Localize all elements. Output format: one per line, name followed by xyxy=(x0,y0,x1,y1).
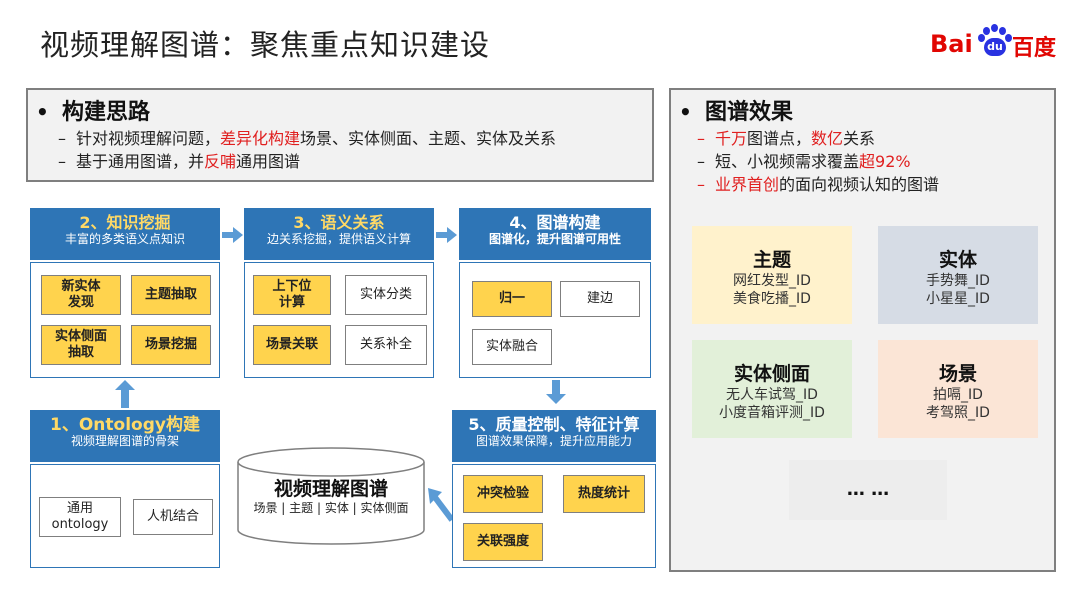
chip-normalize: 归一 xyxy=(472,281,552,317)
step-5-subtitle: 图谱效果保障，提升应用能力 xyxy=(475,434,632,448)
tile-more-text: … … xyxy=(846,479,890,500)
paw-pad: du xyxy=(984,38,1006,56)
cylinder-subtitle: 场景 | 主题 | 实体 | 实体侧面 xyxy=(253,501,409,515)
paw-icon: du xyxy=(978,24,1012,58)
tile-theme-item: 美食吃播_ID xyxy=(733,291,811,307)
chip-entity-fusion: 实体融合 xyxy=(472,329,552,365)
tile-entity-item: 小星星_ID xyxy=(926,291,990,307)
chip-scene-link: 场景关联 xyxy=(253,325,331,365)
step-3-title: 3、语义关系 xyxy=(293,213,385,232)
arrow-3-4-head xyxy=(447,227,457,243)
chip-hypernym: 上下位 计算 xyxy=(253,275,331,315)
tile-entity: 实体 手势舞_ID 小星星_ID xyxy=(878,226,1038,324)
chip-relation-complete: 关系补全 xyxy=(345,325,427,365)
knowledge-graph-cylinder: 视频理解图谱 场景 | 主题 | 实体 | 实体侧面 xyxy=(236,446,426,546)
tile-scene: 场景 拍嗝_ID 考驾照_ID xyxy=(878,340,1038,438)
tile-entity-item: 手势舞_ID xyxy=(926,273,990,289)
step-1-title: 1、Ontology构建 xyxy=(50,415,200,435)
chip-general-ontology: 通用 ontology xyxy=(39,497,121,537)
tile-entity-aspect-item: 无人车试驾_ID xyxy=(726,387,818,403)
chip-link-strength: 关联强度 xyxy=(463,523,543,561)
step-2-body: 新实体 发现 主题抽取 实体侧面 抽取 场景挖掘 xyxy=(30,262,220,378)
arrow-1-2 xyxy=(121,390,129,408)
tile-theme-item: 网红发型_ID xyxy=(733,273,811,289)
step-1-subtitle: 视频理解图谱的骨架 xyxy=(70,434,179,448)
cylinder-title: 视频理解图谱 xyxy=(273,478,388,500)
approach-panel: • 构建思路 – 针对视频理解问题，差异化构建场景、实体侧面、主题、实体及关系 – 基… xyxy=(26,88,654,182)
approach-line-1: – 针对视频理解问题，差异化构建场景、实体侧面、主题、实体及关系 xyxy=(58,129,557,148)
step-1-header: 1、Ontology构建 视频理解图谱的骨架 xyxy=(30,410,220,462)
step-2-title: 2、知识挖掘 xyxy=(79,213,171,232)
step-4-body: 归一 建边 实体融合 xyxy=(459,262,651,378)
tile-scene-title: 场景 xyxy=(938,363,977,385)
effect-line-3: – 业界首创的面向视频认知的图谱 xyxy=(697,175,940,194)
tile-entity-title: 实体 xyxy=(938,249,977,271)
step-3-body: 上下位 计算 实体分类 场景关联 关系补全 xyxy=(244,262,434,378)
tile-theme-title: 主题 xyxy=(752,249,791,271)
tile-entity-aspect-title: 实体侧面 xyxy=(733,363,810,385)
chip-conflict-check: 冲突检验 xyxy=(463,475,543,513)
tile-scene-item: 考驾照_ID xyxy=(926,405,990,421)
step-5-header: 5、质量控制、特征计算 图谱效果保障，提升应用能力 xyxy=(452,410,656,462)
tile-entity-aspect-item: 小度音箱评测_ID xyxy=(719,405,825,421)
step-4-title: 4、图谱构建 xyxy=(509,213,601,232)
tile-scene-item: 拍嗝_ID xyxy=(933,387,983,403)
baidu-logo: Bai du 百度 xyxy=(930,18,1060,64)
chip-build-edge: 建边 xyxy=(560,281,640,317)
arrow-1-2-head xyxy=(115,380,135,390)
step-2-header: 2、知识挖掘 丰富的多类语义点知识 xyxy=(30,208,220,260)
chip-new-entity: 新实体 发现 xyxy=(41,275,121,315)
logo-text-right: 百度 xyxy=(1012,36,1057,61)
approach-heading: • 构建思路 xyxy=(36,100,151,125)
step-5-body: 冲突检验 热度统计 关联强度 xyxy=(452,464,656,568)
effect-heading: • 图谱效果 xyxy=(679,100,794,125)
chip-heat-stats: 热度统计 xyxy=(563,475,645,513)
chip-human-machine: 人机结合 xyxy=(133,499,213,535)
tile-theme: 主题 网红发型_ID 美食吃播_ID xyxy=(692,226,852,324)
chip-entity-aspect: 实体侧面 抽取 xyxy=(41,325,121,365)
step-3-header: 3、语义关系 边关系挖掘，提供语义计算 xyxy=(244,208,434,260)
tile-more: … … xyxy=(789,460,947,520)
chip-scene-mining: 场景挖掘 xyxy=(131,325,211,365)
logo-text-left: Bai xyxy=(930,30,973,58)
arrow-4-5 xyxy=(552,380,560,394)
page-title: 视频理解图谱：聚焦重点知识建设 xyxy=(40,28,491,62)
effect-line-1: – 千万图谱点，数亿关系 xyxy=(697,129,876,148)
step-5-title: 5、质量控制、特征计算 xyxy=(468,415,640,434)
effect-line-2: – 短、小视频需求覆盖超92% xyxy=(697,152,911,171)
step-1-body: 通用 ontology 人机结合 xyxy=(30,464,220,568)
chip-entity-classify: 实体分类 xyxy=(345,275,427,315)
tile-entity-aspect: 实体侧面 无人车试驾_ID 小度音箱评测_ID xyxy=(692,340,852,438)
arrow-4-5-head xyxy=(546,394,566,404)
arrow-2-3-head xyxy=(233,227,243,243)
step-3-subtitle: 边关系挖掘，提供语义计算 xyxy=(266,232,411,246)
step-4-header: 4、图谱构建 图谱化，提升图谱可用性 xyxy=(459,208,651,260)
approach-line-2: – 基于通用图谱，并反哺通用图谱 xyxy=(58,152,301,171)
effect-panel: • 图谱效果 – 千万图谱点，数亿关系 – 短、小视频需求覆盖超92% – 业界首创的面… xyxy=(669,88,1056,572)
step-2-subtitle: 丰富的多类语义点知识 xyxy=(64,232,185,246)
step-4-subtitle: 图谱化，提升图谱可用性 xyxy=(488,232,621,246)
chip-theme-extract: 主题抽取 xyxy=(131,275,211,315)
